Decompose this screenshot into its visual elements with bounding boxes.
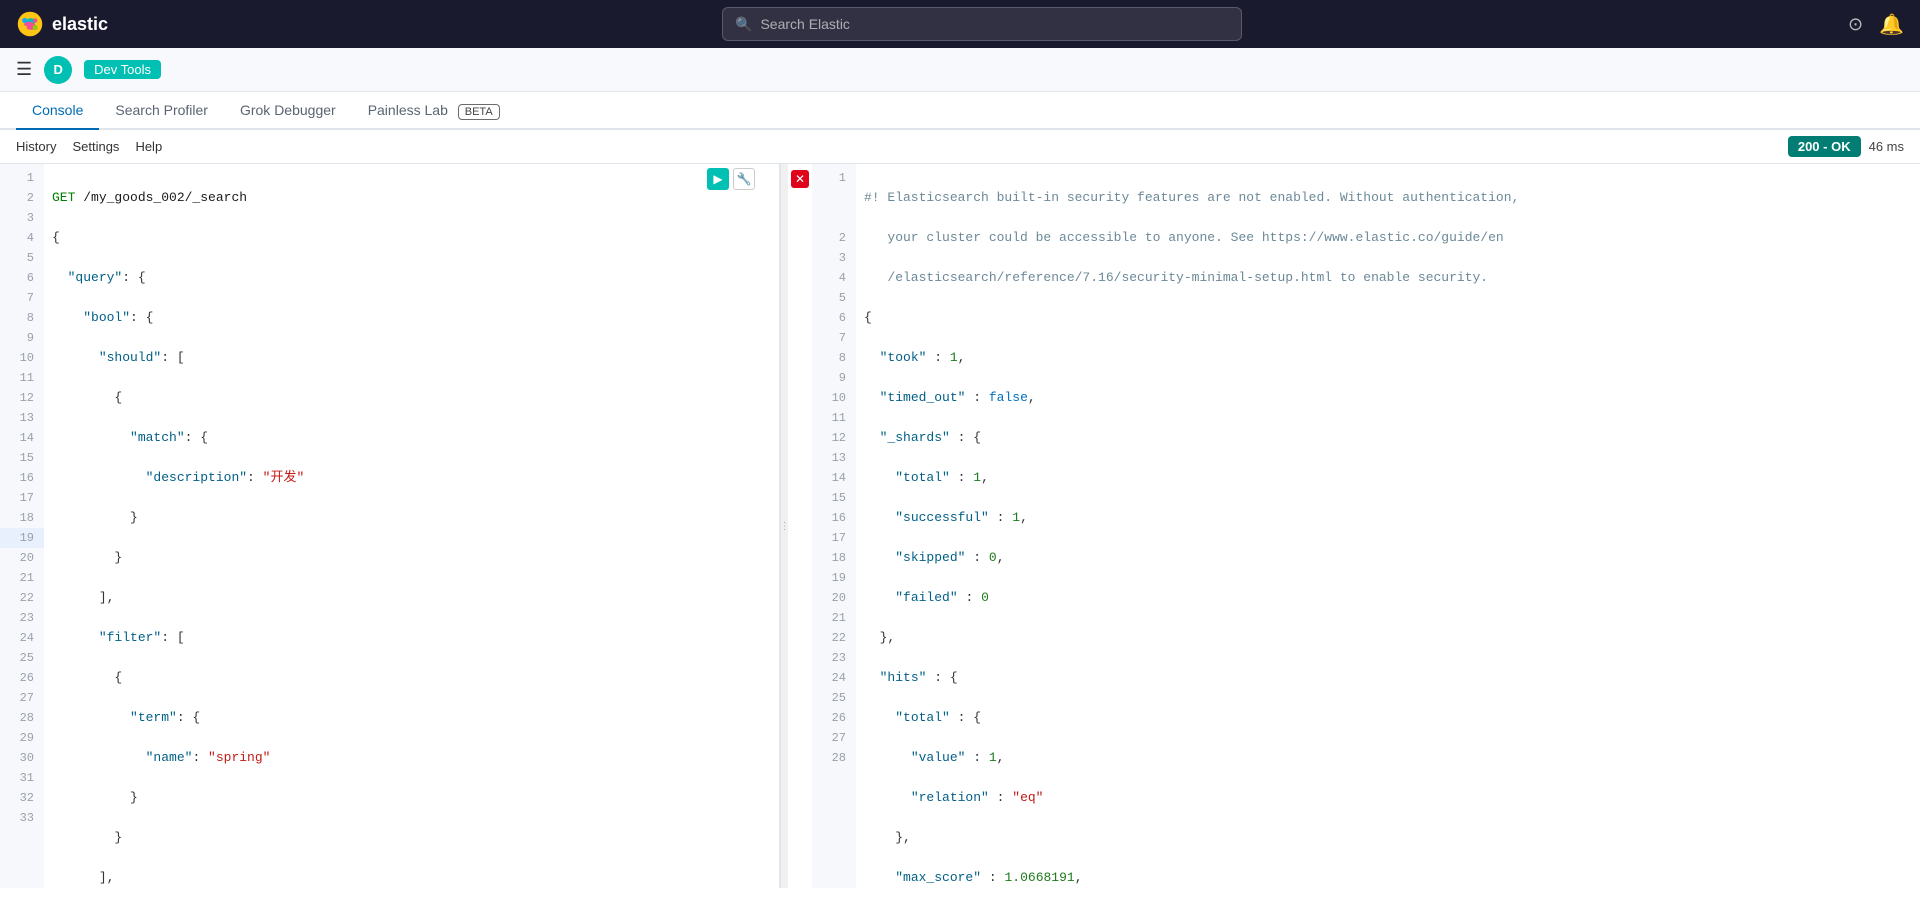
tab-grok-debugger[interactable]: Grok Debugger	[224, 92, 352, 130]
resize-handle[interactable]: ⋮	[780, 164, 788, 888]
resp-line-6: "total" : 1,	[864, 468, 1912, 488]
tab-search-profiler[interactable]: Search Profiler	[99, 92, 224, 130]
resp-line-11: "hits" : {	[864, 668, 1912, 688]
response-panel: ✕ 1 2 3 4 5 6 7 8 9 10 11 12 13 14 15 16…	[788, 164, 1920, 888]
resp-line-3: "took" : 1,	[864, 348, 1912, 368]
code-line-3: "query": {	[52, 268, 771, 288]
resp-line-15: },	[864, 828, 1912, 848]
toolbar: History Settings Help 200 - OK 46 ms	[0, 130, 1920, 164]
response-btn-col: ✕	[788, 164, 812, 888]
code-line-10: }	[52, 548, 771, 568]
bell-icon[interactable]: 🔔	[1879, 12, 1904, 37]
resp-line-5: "_shards" : {	[864, 428, 1912, 448]
code-line-11: ],	[52, 588, 771, 608]
code-line-17: }	[52, 828, 771, 848]
search-icon: 🔍	[735, 16, 752, 33]
editor-actions: ▶ 🔧	[707, 168, 755, 190]
resp-line-2: {	[864, 308, 1912, 328]
user-circle-icon[interactable]: ⊙	[1848, 14, 1863, 35]
logo-text: elastic	[52, 14, 108, 35]
code-line-16: }	[52, 788, 771, 808]
run-button[interactable]: ▶	[707, 168, 729, 190]
elastic-logo-icon	[16, 10, 44, 38]
resp-line-8: "skipped" : 0,	[864, 548, 1912, 568]
user-avatar: D	[44, 56, 72, 84]
editor-code[interactable]: GET /my_goods_002/_search { "query": { "…	[44, 164, 779, 888]
top-nav: elastic 🔍 Search Elastic ⊙ 🔔	[0, 0, 1920, 48]
editor-panel: 1 2 3 4 5 6 7 8 9 10 11 12 13 14 15 16 1…	[0, 164, 780, 888]
code-line-5: "should": [	[52, 348, 771, 368]
resp-line-14: "relation" : "eq"	[864, 788, 1912, 808]
code-line-2: {	[52, 228, 771, 248]
editor-line-numbers: 1 2 3 4 5 6 7 8 9 10 11 12 13 14 15 16 1…	[0, 164, 44, 888]
resp-line-16: "max_score" : 1.0668191,	[864, 868, 1912, 888]
response-code: #! Elasticsearch built-in security featu…	[856, 164, 1920, 888]
resp-line-1: #! Elasticsearch built-in security featu…	[864, 188, 1912, 208]
dev-tools-badge[interactable]: Dev Tools	[84, 60, 161, 79]
code-line-14: "term": {	[52, 708, 771, 728]
search-placeholder: Search Elastic	[760, 16, 849, 32]
nav-right: ⊙ 🔔	[1848, 12, 1904, 37]
code-line-8: "description": "开发"	[52, 468, 771, 488]
response-time: 46 ms	[1869, 139, 1904, 154]
code-line-4: "bool": {	[52, 308, 771, 328]
resp-line-4: "timed_out" : false,	[864, 388, 1912, 408]
code-line-1: GET /my_goods_002/_search	[52, 188, 771, 208]
global-search-bar[interactable]: 🔍 Search Elastic	[722, 7, 1242, 41]
code-line-13: {	[52, 668, 771, 688]
resp-line-13: "value" : 1,	[864, 748, 1912, 768]
help-button[interactable]: Help	[135, 139, 162, 154]
code-line-12: "filter": [	[52, 628, 771, 648]
code-line-9: }	[52, 508, 771, 528]
resp-line-12: "total" : {	[864, 708, 1912, 728]
code-line-7: "match": {	[52, 428, 771, 448]
resp-line-9: "failed" : 0	[864, 588, 1912, 608]
tab-bar: Console Search Profiler Grok Debugger Pa…	[0, 92, 1920, 130]
history-button[interactable]: History	[16, 139, 56, 154]
main-content: 1 2 3 4 5 6 7 8 9 10 11 12 13 14 15 16 1…	[0, 164, 1920, 888]
beta-badge: BETA	[458, 104, 500, 120]
response-line-numbers: 1 2 3 4 5 6 7 8 9 10 11 12 13 14 15 16 1…	[812, 164, 856, 888]
status-badge: 200 - OK	[1788, 136, 1861, 157]
settings-button[interactable]: Settings	[72, 139, 119, 154]
tab-painless-lab[interactable]: Painless Lab BETA	[352, 92, 516, 130]
wrench-button[interactable]: 🔧	[733, 168, 755, 190]
resp-line-1b: your cluster could be accessible to anyo…	[864, 228, 1912, 248]
elastic-logo[interactable]: elastic	[16, 10, 108, 38]
code-line-6: {	[52, 388, 771, 408]
breadcrumb-bar: ☰ D Dev Tools	[0, 48, 1920, 92]
resp-line-1c: /elasticsearch/reference/7.16/security-m…	[864, 268, 1912, 288]
code-line-18: ],	[52, 868, 771, 888]
close-response-button[interactable]: ✕	[791, 170, 809, 188]
resp-line-10: },	[864, 628, 1912, 648]
code-line-15: "name": "spring"	[52, 748, 771, 768]
tab-console[interactable]: Console	[16, 92, 99, 130]
hamburger-menu[interactable]: ☰	[16, 59, 32, 80]
resp-line-7: "successful" : 1,	[864, 508, 1912, 528]
